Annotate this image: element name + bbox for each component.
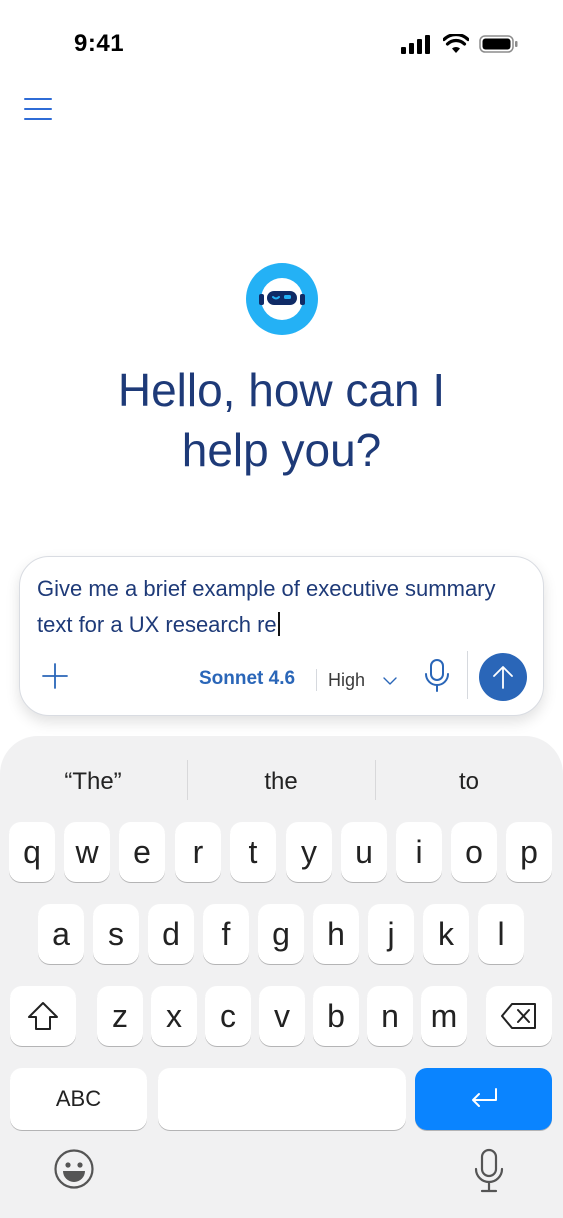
cellular-signal-icon <box>401 35 430 54</box>
key-i[interactable]: i <box>396 822 442 882</box>
status-bar: 9:41 <box>0 0 563 90</box>
battery-icon <box>479 35 518 53</box>
key-p[interactable]: p <box>506 822 552 882</box>
divider <box>187 760 188 800</box>
prompt-input[interactable]: Give me a brief example of executive sum… <box>37 571 507 643</box>
arrow-up-icon <box>493 666 513 689</box>
abc-key[interactable]: ABC <box>10 1068 147 1130</box>
chevron-down-icon[interactable] <box>382 673 398 689</box>
key-r[interactable]: r <box>175 822 221 882</box>
return-key[interactable] <box>415 1068 552 1130</box>
key-x[interactable]: x <box>151 986 197 1046</box>
status-time: 9:41 <box>74 30 125 57</box>
shift-icon <box>28 1002 58 1030</box>
key-t[interactable]: t <box>230 822 276 882</box>
key-z[interactable]: z <box>97 986 143 1046</box>
emoji-icon[interactable] <box>53 1148 95 1195</box>
key-b[interactable]: b <box>313 986 359 1046</box>
key-m[interactable]: m <box>421 986 467 1046</box>
greeting-line-1: Hello, how can I <box>117 364 446 416</box>
text-caret <box>277 612 280 636</box>
shift-key[interactable] <box>10 986 76 1046</box>
key-q[interactable]: q <box>9 822 55 882</box>
key-y[interactable]: y <box>286 822 332 882</box>
status-icons <box>401 34 519 54</box>
key-n[interactable]: n <box>367 986 413 1046</box>
space-key[interactable] <box>158 1068 406 1130</box>
prompt-input-text: Give me a brief example of executive sum… <box>37 576 496 637</box>
microphone-icon[interactable] <box>424 658 450 694</box>
key-f[interactable]: f <box>203 904 249 964</box>
send-button[interactable] <box>479 653 527 701</box>
key-j[interactable]: j <box>368 904 414 964</box>
key-k[interactable]: k <box>423 904 469 964</box>
delete-key[interactable] <box>486 986 552 1046</box>
microphone-icon[interactable] <box>474 1148 504 1199</box>
suggestion-3[interactable]: to <box>394 768 544 796</box>
key-c[interactable]: c <box>205 986 251 1046</box>
key-a[interactable]: a <box>38 904 84 964</box>
key-w[interactable]: w <box>64 822 110 882</box>
divider <box>375 760 376 800</box>
key-u[interactable]: u <box>341 822 387 882</box>
greeting-title: Hello, how can I help you? <box>0 360 563 480</box>
plus-icon[interactable] <box>42 663 68 689</box>
key-s[interactable]: s <box>93 904 139 964</box>
key-o[interactable]: o <box>451 822 497 882</box>
key-e[interactable]: e <box>119 822 165 882</box>
hamburger-icon[interactable] <box>24 96 54 122</box>
prompt-composer: Give me a brief example of executive sum… <box>19 556 544 716</box>
key-g[interactable]: g <box>258 904 304 964</box>
key-d[interactable]: d <box>148 904 194 964</box>
divider <box>467 651 468 699</box>
key-h[interactable]: h <box>313 904 359 964</box>
suggestion-1[interactable]: “The” <box>18 768 168 796</box>
return-icon <box>471 1088 497 1107</box>
key-v[interactable]: v <box>259 986 305 1046</box>
predictive-bar: “The” the to <box>0 736 563 830</box>
keyboard: “The” the to q w e r t y u i o p a s d f… <box>0 736 563 1218</box>
key-l[interactable]: l <box>478 904 524 964</box>
greeting-line-2: help you? <box>181 424 382 476</box>
effort-selector[interactable]: High <box>328 670 365 691</box>
wifi-icon <box>443 34 469 53</box>
suggestion-2[interactable]: the <box>206 768 356 796</box>
robot-icon <box>246 263 318 335</box>
divider <box>316 669 317 691</box>
backspace-icon <box>501 1003 536 1029</box>
model-selector[interactable]: Sonnet 4.6 <box>199 668 295 690</box>
